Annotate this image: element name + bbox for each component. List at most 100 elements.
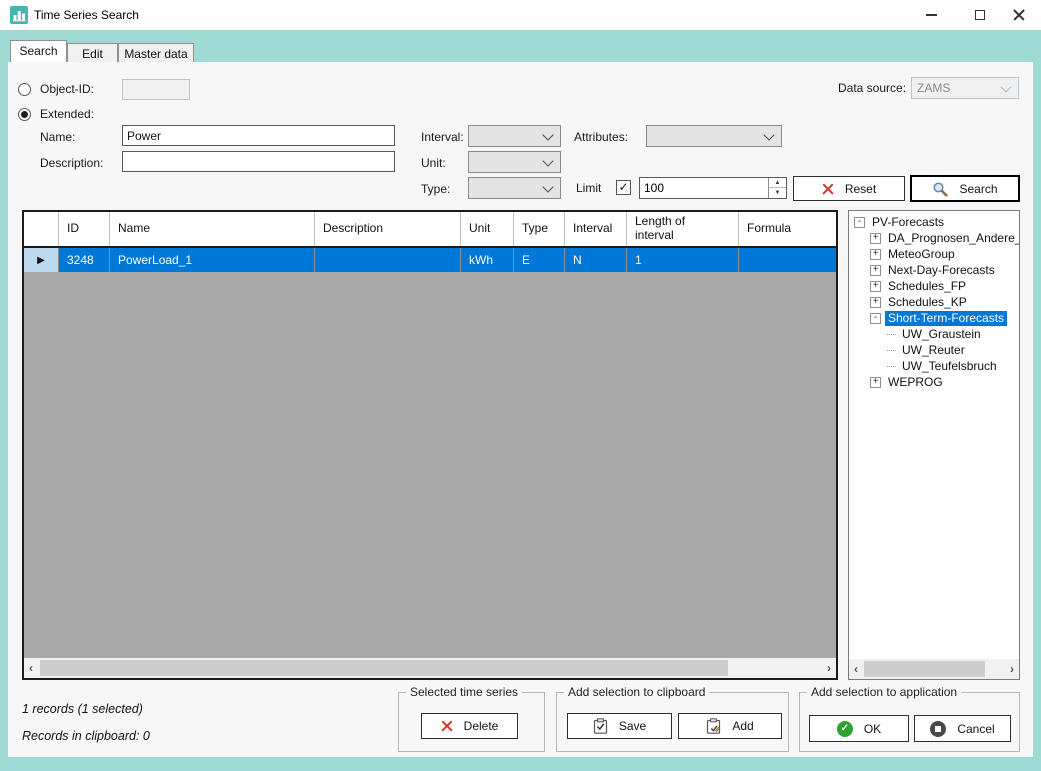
search-button[interactable]: Search xyxy=(910,175,1020,202)
tree-scrollbar-thumb[interactable] xyxy=(864,661,985,677)
cancel-button-label: Cancel xyxy=(957,721,995,736)
tree-expand-icon[interactable]: + xyxy=(870,280,881,292)
save-button[interactable]: Save xyxy=(567,713,672,739)
object-id-input[interactable] xyxy=(122,79,190,100)
tree-item-label[interactable]: MeteoGroup xyxy=(885,247,958,262)
scroll-right-icon[interactable]: › xyxy=(1005,659,1019,679)
data-source-dropdown[interactable]: ZAMS xyxy=(911,77,1019,99)
delete-button[interactable]: Delete xyxy=(421,713,518,739)
results-grid: ID Name Description Unit Type Interval L… xyxy=(22,210,838,680)
data-source-label: Data source: xyxy=(838,81,907,95)
column-header-unit[interactable]: Unit xyxy=(461,212,514,246)
tab-search[interactable]: Search xyxy=(10,40,67,62)
cancel-stop-icon xyxy=(930,720,947,737)
tab-master-data[interactable]: Master data xyxy=(118,43,194,62)
scroll-left-icon[interactable]: ‹ xyxy=(849,659,863,679)
tree-item-next-day-forecasts[interactable]: + Next-Day-Forecasts xyxy=(849,262,1019,278)
title-bar: Time Series Search xyxy=(0,0,1041,30)
interval-dropdown[interactable] xyxy=(468,125,561,147)
maximize-button[interactable] xyxy=(963,0,997,30)
spin-down-icon[interactable]: ▼ xyxy=(769,188,786,198)
tree-horizontal-scrollbar[interactable]: ‹ › xyxy=(849,659,1019,679)
spin-up-icon[interactable]: ▲ xyxy=(769,178,786,188)
minimize-button[interactable] xyxy=(914,0,948,30)
tree-item-label[interactable]: Schedules_KP xyxy=(885,295,970,310)
tree-item-label[interactable]: Short-Term-Forecasts xyxy=(885,310,1008,326)
limit-checkbox[interactable]: ✓ xyxy=(616,180,631,195)
column-header-length-of-interval[interactable]: Length of interval xyxy=(627,212,739,246)
chevron-down-icon xyxy=(1000,81,1012,93)
grid-scrollbar-thumb[interactable] xyxy=(40,660,728,676)
tree-expand-icon[interactable]: + xyxy=(870,376,881,388)
attributes-dropdown[interactable] xyxy=(646,125,782,147)
column-header-type[interactable]: Type xyxy=(514,212,565,246)
ok-button-label: OK xyxy=(863,721,882,736)
tree-item-label[interactable]: Next-Day-Forecasts xyxy=(885,263,998,278)
column-header-id[interactable]: ID xyxy=(59,212,110,246)
tree-item-label[interactable]: UW_Graustein xyxy=(899,327,984,342)
cell-type[interactable]: E xyxy=(514,248,565,272)
name-input[interactable] xyxy=(122,125,395,146)
table-row[interactable]: ▶ 3248 PowerLoad_1 kWh E N 1 xyxy=(24,248,836,272)
tree-item-uw-teufelsbruch[interactable]: UW_Teufelsbruch xyxy=(849,358,1019,374)
row-selector-header[interactable] xyxy=(24,212,59,246)
tree-expand-icon[interactable]: + xyxy=(870,248,881,260)
column-header-description[interactable]: Description xyxy=(315,212,461,246)
tree-expand-icon[interactable]: + xyxy=(870,232,881,244)
close-button[interactable] xyxy=(1002,0,1036,30)
description-label: Description: xyxy=(40,156,104,170)
tree-collapse-icon[interactable]: - xyxy=(870,312,881,324)
object-id-radio[interactable] xyxy=(18,83,31,96)
cell-id[interactable]: 3248 xyxy=(59,248,110,272)
ok-button[interactable]: ✓ OK xyxy=(809,715,909,742)
tree-item-schedules-kp[interactable]: + Schedules_KP xyxy=(849,294,1019,310)
tree-item-uw-graustein[interactable]: UW_Graustein xyxy=(849,326,1019,342)
interval-label: Interval: xyxy=(421,130,464,144)
data-source-value: ZAMS xyxy=(917,81,951,95)
tree-item-label[interactable]: DA_Prognosen_Andere_ xyxy=(885,231,1019,246)
limit-value-input[interactable] xyxy=(640,178,774,198)
column-header-formula[interactable]: Formula xyxy=(739,212,836,246)
cell-name[interactable]: PowerLoad_1 xyxy=(110,248,315,272)
description-input[interactable] xyxy=(122,151,395,172)
cell-length-of-interval[interactable]: 1 xyxy=(627,248,739,272)
close-icon xyxy=(1013,9,1025,21)
tree-item-label[interactable]: Schedules_FP xyxy=(885,279,969,294)
ok-check-icon: ✓ xyxy=(836,720,853,737)
cell-unit[interactable]: kWh xyxy=(461,248,514,272)
tree-item-meteogroup[interactable]: + MeteoGroup xyxy=(849,246,1019,262)
unit-dropdown[interactable] xyxy=(468,151,561,173)
extended-radio[interactable] xyxy=(18,108,31,121)
scroll-left-icon[interactable]: ‹ xyxy=(24,658,38,678)
minimize-icon xyxy=(925,14,937,16)
grid-horizontal-scrollbar[interactable]: ‹ › xyxy=(24,658,836,678)
cell-description[interactable] xyxy=(315,248,461,272)
attributes-label: Attributes: xyxy=(574,130,629,144)
tree-item-pv-forecasts[interactable]: - PV-Forecasts xyxy=(849,214,1019,230)
cell-interval[interactable]: N xyxy=(565,248,627,272)
tree-item-label[interactable]: UW_Teufelsbruch xyxy=(899,359,1000,374)
tree-expand-icon[interactable]: + xyxy=(870,264,881,276)
tree-item-uw-reuter[interactable]: UW_Reuter xyxy=(849,342,1019,358)
reset-button[interactable]: Reset xyxy=(793,176,905,201)
tree-collapse-icon[interactable]: - xyxy=(854,216,865,228)
scroll-right-icon[interactable]: › xyxy=(822,658,836,678)
reset-button-label: Reset xyxy=(844,181,877,196)
tree-item-schedules-fp[interactable]: + Schedules_FP xyxy=(849,278,1019,294)
tree-item-weprog[interactable]: + WEPROG xyxy=(849,374,1019,390)
tree-item-short-term-forecasts[interactable]: - Short-Term-Forecasts xyxy=(849,310,1019,326)
add-button[interactable]: Add xyxy=(678,713,782,739)
tab-edit[interactable]: Edit xyxy=(67,43,118,62)
cell-formula[interactable] xyxy=(739,248,836,272)
type-dropdown[interactable] xyxy=(468,177,561,199)
column-header-interval[interactable]: Interval xyxy=(565,212,627,246)
tree-item-da-prognosen[interactable]: + DA_Prognosen_Andere_ xyxy=(849,230,1019,246)
tree-expand-icon[interactable]: + xyxy=(870,296,881,308)
tree-item-label[interactable]: WEPROG xyxy=(885,375,946,390)
cancel-button[interactable]: Cancel xyxy=(914,715,1011,742)
tree-item-label[interactable]: PV-Forecasts xyxy=(869,215,947,230)
row-selector-cell[interactable]: ▶ xyxy=(24,248,59,272)
column-header-length-label: Length of interval xyxy=(635,214,686,242)
column-header-name[interactable]: Name xyxy=(110,212,315,246)
tree-item-label[interactable]: UW_Reuter xyxy=(899,343,968,358)
